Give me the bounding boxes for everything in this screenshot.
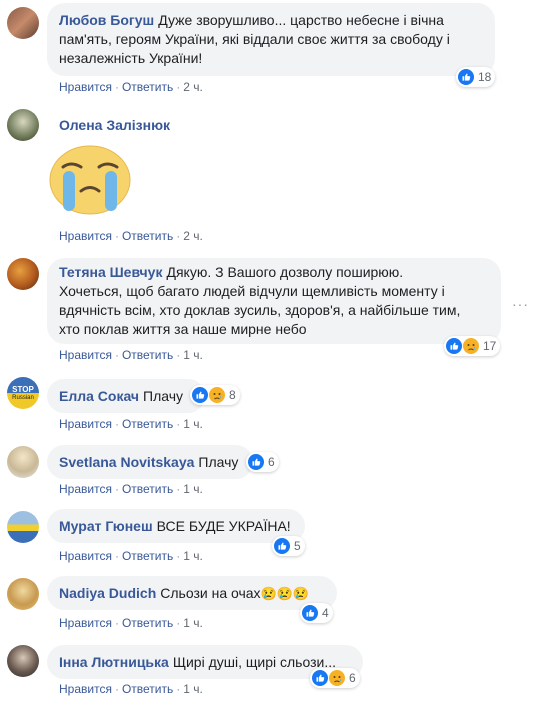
avatar[interactable] [7, 7, 39, 39]
comment-author[interactable]: Nadiya Dudich [59, 585, 156, 601]
comment-bubble: Елла Сокач Плачу [47, 379, 205, 413]
comment-author[interactable]: Інна Лютницька [59, 654, 169, 670]
comment-text: незалежність України! [59, 50, 203, 66]
comment-time[interactable]: 2 ч. [183, 80, 203, 94]
comment-author[interactable]: Елла Сокач [59, 388, 139, 404]
reaction-count: 4 [322, 606, 329, 620]
reaction-count: 17 [483, 339, 497, 353]
reply-link[interactable]: Ответить [122, 549, 173, 563]
reply-link[interactable]: Ответить [122, 682, 173, 696]
comment-text: пам'ять, героям України, які віддали сво… [59, 31, 450, 47]
comment-bubble: Мурат Гюнеш ВСЕ БУДЕ УКРАЇНА! [47, 509, 305, 543]
comment-time[interactable]: 1 ч. [183, 549, 203, 563]
like-link[interactable]: Нравится [59, 482, 112, 496]
reactions-summary[interactable]: 17 [444, 336, 501, 356]
comment-author[interactable]: Любов Богуш [59, 12, 154, 28]
comment-time[interactable]: 2 ч. [183, 229, 203, 243]
comment-author[interactable]: Тетяна Шевчук [59, 264, 162, 280]
comment-actions: Нравится · Ответить · 2 ч. [59, 229, 203, 243]
reply-link[interactable]: Ответить [122, 80, 173, 94]
like-reaction-icon [458, 69, 474, 85]
more-horizontal-icon[interactable]: ··· [512, 296, 529, 312]
comment-bubble: Тетяна Шевчук Дякую. З Вашого дозволу пош… [47, 258, 501, 344]
reaction-count: 6 [268, 455, 275, 469]
comment-bubble: Олена Залізнюк [47, 112, 186, 139]
like-link[interactable]: Нравится [59, 80, 112, 94]
reactions-summary[interactable]: 6 [310, 668, 360, 688]
comment-bubble: Nadiya Dudich Сльози на очах😢😢😢 [47, 576, 337, 610]
crying-emoji-icon: 😢😢😢 [260, 586, 310, 601]
reactions-summary[interactable]: 8 [190, 385, 240, 405]
like-link[interactable]: Нравится [59, 682, 112, 696]
reactions-summary[interactable]: 5 [272, 536, 305, 556]
like-reaction-icon [302, 605, 318, 621]
comment-time[interactable]: 1 ч. [183, 348, 203, 362]
avatar[interactable] [7, 645, 39, 677]
comment-author[interactable]: Олена Залізнюк [59, 117, 170, 133]
avatar[interactable] [7, 578, 39, 610]
comment-text: Плачу [198, 454, 239, 470]
like-link[interactable]: Нравится [59, 417, 112, 431]
like-reaction-icon [312, 670, 328, 686]
reply-link[interactable]: Ответить [122, 229, 173, 243]
comment-text: ВСЕ БУДЕ УКРАЇНА! [156, 518, 291, 534]
comment-actions: Нравится · Ответить · 1 ч. [59, 682, 203, 696]
like-link[interactable]: Нравится [59, 616, 112, 630]
reply-link[interactable]: Ответить [122, 616, 173, 630]
comment-bubble: Любов Богуш Дуже зворушливо... царство не… [47, 3, 495, 76]
like-link[interactable]: Нравится [59, 549, 112, 563]
avatar-text: Russian [12, 394, 34, 401]
comment-time[interactable]: 1 ч. [183, 417, 203, 431]
comment-text: вдячність всім, хто доклав зусиль, здоро… [59, 302, 461, 318]
comment-author[interactable]: Мурат Гюнеш [59, 518, 153, 534]
reaction-count: 18 [478, 70, 492, 84]
comment-actions: Нравится · Ответить · 1 ч. [59, 616, 203, 630]
comment-text: Дуже зворушливо... царство небесне і віч… [158, 12, 444, 28]
reactions-summary[interactable]: 4 [300, 603, 333, 623]
comment-actions: Нравится · Ответить · 2 ч. [59, 80, 203, 94]
like-link[interactable]: Нравится [59, 229, 112, 243]
comment-actions: Нравится · Ответить · 1 ч. [59, 348, 203, 362]
avatar-text: STOP [12, 384, 34, 394]
sad-reaction-icon [463, 338, 479, 354]
comment-text: Дякую. З Вашого дозволу поширюю. [166, 264, 404, 280]
like-link[interactable]: Нравится [59, 348, 112, 362]
sad-reaction-icon [209, 387, 225, 403]
comment-time[interactable]: 1 ч. [183, 682, 203, 696]
avatar[interactable] [7, 446, 39, 478]
avatar[interactable] [7, 258, 39, 290]
comment-text: Щирі душі, щирі сльози... [172, 654, 336, 670]
reply-link[interactable]: Ответить [122, 348, 173, 362]
crying-sticker [49, 145, 131, 215]
comment-actions: Нравится · Ответить · 1 ч. [59, 417, 203, 431]
comment-text: Сльози на очах [160, 585, 261, 601]
comment-text: Хочеться, щоб багато людей відчули щемли… [59, 283, 445, 299]
reactions-summary[interactable]: 6 [246, 452, 279, 472]
avatar[interactable]: STOP Russian [7, 377, 39, 409]
comment-bubble: Svetlana Novitskaya Плачу [47, 445, 253, 479]
comment-author[interactable]: Svetlana Novitskaya [59, 454, 194, 470]
like-reaction-icon [192, 387, 208, 403]
comment-text: хто поклав життя за наше мирне небо [59, 321, 307, 337]
comment-time[interactable]: 1 ч. [183, 482, 203, 496]
sad-reaction-icon [329, 670, 345, 686]
like-reaction-icon [248, 454, 264, 470]
reaction-count: 8 [229, 388, 236, 402]
comment-actions: Нравится · Ответить · 1 ч. [59, 549, 203, 563]
reactions-summary[interactable]: 18 [456, 67, 496, 87]
comment-text: Плачу [143, 388, 184, 404]
like-reaction-icon [274, 538, 290, 554]
reaction-count: 5 [294, 539, 301, 553]
avatar[interactable] [7, 511, 39, 543]
comment-actions: Нравится · Ответить · 1 ч. [59, 482, 203, 496]
reply-link[interactable]: Ответить [122, 417, 173, 431]
reaction-count: 6 [349, 671, 356, 685]
reply-link[interactable]: Ответить [122, 482, 173, 496]
like-reaction-icon [446, 338, 462, 354]
avatar[interactable] [7, 109, 39, 141]
comment-time[interactable]: 1 ч. [183, 616, 203, 630]
